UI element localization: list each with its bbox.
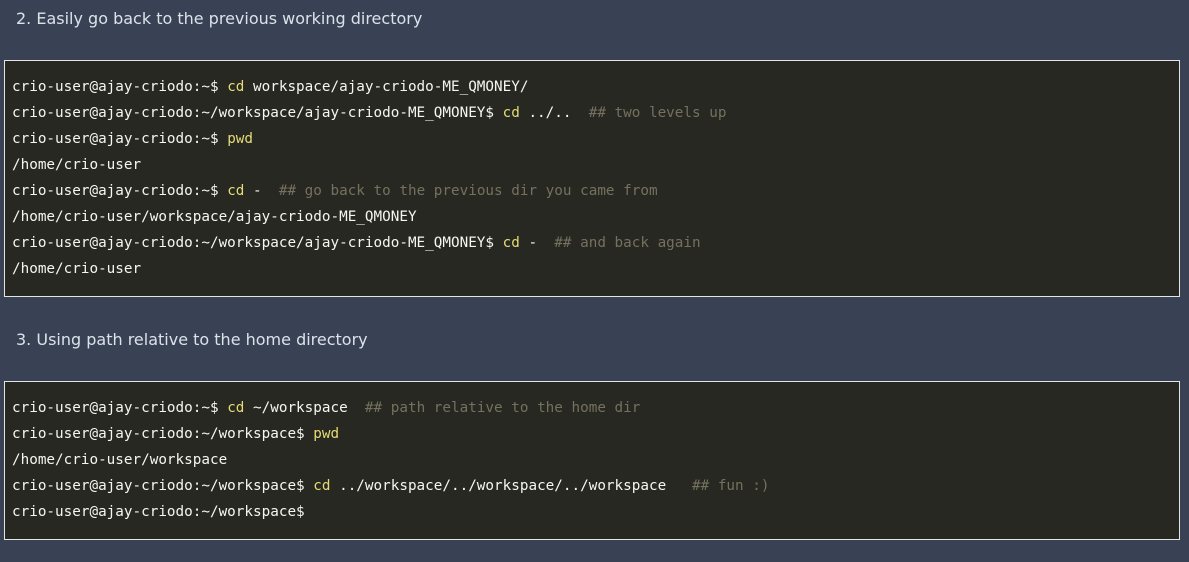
code-text: workspace/ajay-criodo-ME_QMONEY/ bbox=[244, 79, 529, 95]
code-comment: ## and back again bbox=[554, 235, 701, 251]
code-line: crio-user@ajay-criodo:~/workspace$ cd ..… bbox=[12, 473, 1179, 499]
code-command: cd bbox=[502, 235, 520, 251]
code-comment: ## go back to the previous dir you came … bbox=[278, 183, 658, 199]
code-line: crio-user@ajay-criodo:~/workspace$ pwd bbox=[12, 421, 1179, 447]
code-command: cd bbox=[313, 478, 331, 494]
code-text: /home/crio-user bbox=[12, 261, 142, 277]
code-line: crio-user@ajay-criodo:~/workspace/ajay-c… bbox=[12, 230, 1179, 256]
code-comment: ## fun :) bbox=[692, 478, 770, 494]
section-heading-previous-dir: 2. Easily go back to the previous workin… bbox=[16, 9, 423, 28]
code-text: crio-user@ajay-criodo:~/workspace/ajay-c… bbox=[12, 235, 503, 251]
code-text: ~/workspace bbox=[244, 400, 365, 416]
code-text: /home/crio-user/workspace/ajay-criodo-ME… bbox=[12, 209, 417, 225]
code-comment: ## two levels up bbox=[588, 105, 727, 121]
code-command: cd bbox=[227, 79, 245, 95]
code-line: crio-user@ajay-criodo:~$ cd ~/workspace … bbox=[12, 395, 1179, 421]
code-text: ../workspace/../workspace/../workspace bbox=[330, 478, 692, 494]
code-text: crio-user@ajay-criodo:~$ bbox=[12, 183, 228, 199]
code-text: crio-user@ajay-criodo:~/workspace$ bbox=[12, 426, 314, 442]
code-text: crio-user@ajay-criodo:~/workspace$ bbox=[12, 504, 305, 520]
code-command: cd bbox=[227, 400, 245, 416]
code-text: /home/crio-user/workspace bbox=[12, 452, 228, 468]
code-text: crio-user@ajay-criodo:~/workspace$ bbox=[12, 478, 314, 494]
code-line: /home/crio-user bbox=[12, 152, 1179, 178]
code-text: /home/crio-user bbox=[12, 157, 142, 173]
code-text: - bbox=[519, 235, 555, 251]
code-line: /home/crio-user bbox=[12, 256, 1179, 282]
code-text: - bbox=[244, 183, 279, 199]
code-line: /home/crio-user/workspace bbox=[12, 447, 1179, 473]
code-command: cd bbox=[502, 105, 520, 121]
code-text: crio-user@ajay-criodo:~/workspace/ajay-c… bbox=[12, 105, 503, 121]
code-line: /home/crio-user/workspace/ajay-criodo-ME… bbox=[12, 204, 1179, 230]
code-line: crio-user@ajay-criodo:~/workspace/ajay-c… bbox=[12, 100, 1179, 126]
code-text: crio-user@ajay-criodo:~$ bbox=[12, 131, 228, 147]
code-line: crio-user@ajay-criodo:~$ pwd bbox=[12, 126, 1179, 152]
code-line: crio-user@ajay-criodo:~$ cd - ## go back… bbox=[12, 178, 1179, 204]
code-text: crio-user@ajay-criodo:~$ bbox=[12, 79, 228, 95]
code-line: crio-user@ajay-criodo:~/workspace$ bbox=[12, 499, 1179, 525]
code-text: crio-user@ajay-criodo:~$ bbox=[12, 400, 228, 416]
code-text: ../.. bbox=[519, 105, 589, 121]
code-command: pwd bbox=[313, 426, 340, 442]
code-block-previous-dir[interactable]: crio-user@ajay-criodo:~$ cd workspace/aj… bbox=[4, 60, 1180, 297]
code-command: cd bbox=[227, 183, 245, 199]
code-comment: ## path relative to the home dir bbox=[364, 400, 641, 416]
code-line: crio-user@ajay-criodo:~$ cd workspace/aj… bbox=[12, 74, 1179, 100]
code-block-home-relative[interactable]: crio-user@ajay-criodo:~$ cd ~/workspace … bbox=[4, 381, 1180, 540]
code-command: pwd bbox=[227, 131, 254, 147]
section-heading-home-relative: 3. Using path relative to the home direc… bbox=[16, 330, 368, 349]
page: { "sections": [ { "heading": "2. Easily … bbox=[0, 0, 1189, 562]
